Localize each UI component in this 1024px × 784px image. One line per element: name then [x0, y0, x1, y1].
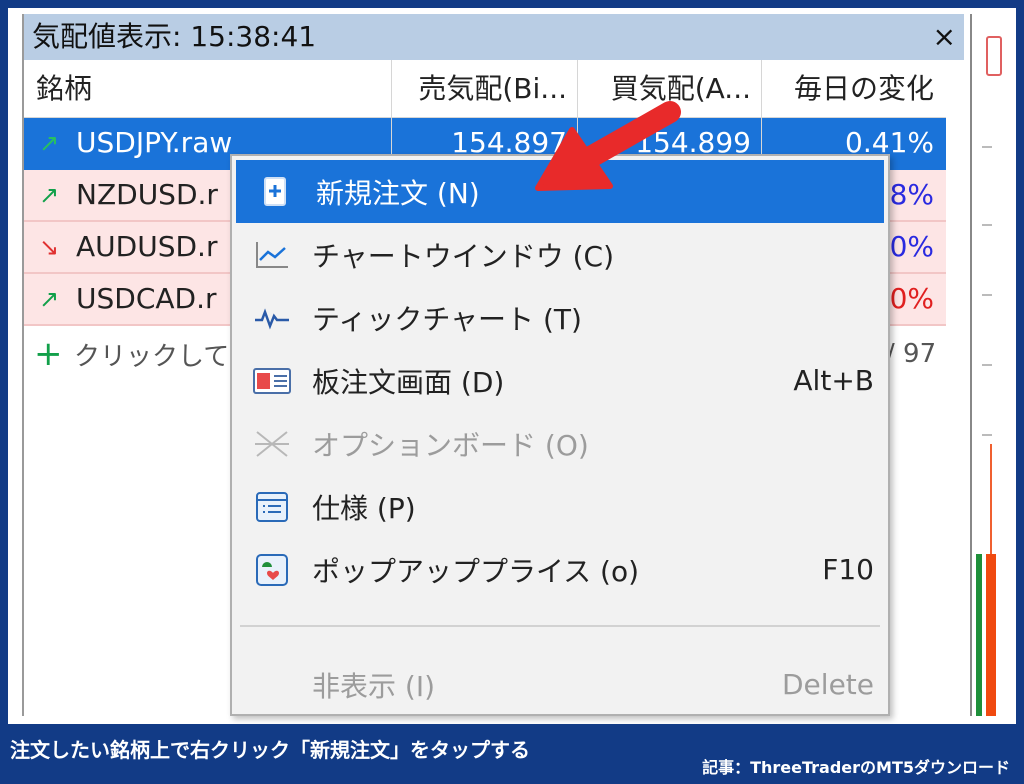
market-watch-title: 気配値表示: 15:38:41: [32, 20, 317, 53]
axis-tick: [982, 224, 992, 226]
menu-item-popup-prices[interactable]: ポップアッププライス (o) F10: [232, 538, 888, 601]
menu-item-label: ティックチャート (T): [312, 302, 582, 336]
option-board-icon: [232, 428, 312, 460]
menu-item-tick-chart[interactable]: ティックチャート (T): [232, 286, 888, 349]
trend-up-icon: ↗: [38, 285, 60, 313]
market-watch-title-bar: 気配値表示: 15:38:41 ×: [24, 14, 964, 60]
close-icon[interactable]: ×: [933, 14, 956, 60]
context-menu: 新規注文 (N) チャートウインドウ (C) ティックチャート (T) 板注文画…: [230, 154, 890, 716]
chart-window-icon: [232, 240, 312, 270]
depth-of-market-icon: [232, 366, 312, 396]
symbol-name: NZDUSD.r: [76, 178, 218, 211]
menu-item-label: 仕様 (P): [312, 491, 416, 525]
menu-item-label: チャートウインドウ (C): [312, 239, 615, 273]
menu-separator: [240, 625, 880, 627]
axis-tick: [982, 146, 992, 148]
candle-wick: [990, 444, 992, 554]
column-header-daily-change[interactable]: 毎日の変化: [762, 60, 946, 117]
menu-item-label: ポップアッププライス (o): [312, 554, 640, 588]
menu-item-chart-window[interactable]: チャートウインドウ (C): [232, 223, 888, 286]
new-order-icon: [236, 176, 316, 207]
trend-up-icon: ↗: [38, 181, 60, 209]
trend-up-icon: ↗: [38, 129, 60, 157]
tick-chart-icon: [232, 306, 312, 330]
menu-item-specification[interactable]: 仕様 (P): [232, 475, 888, 538]
table-header: 銘柄 売気配(Bi... 買気配(A... 毎日の変化: [24, 60, 946, 118]
specification-icon: [232, 491, 312, 523]
caption-bar: 注文したい銘柄上で右クリック「新規注文」をタップする 記事：ThreeTrade…: [0, 724, 1024, 784]
menu-item-depth-of-market[interactable]: 板注文画面 (D) Alt+B: [232, 349, 888, 412]
caption-text: 注文したい銘柄上で右クリック「新規注文」をタップする: [10, 738, 530, 762]
add-symbol-label: クリックして: [74, 341, 230, 372]
axis-tick: [982, 434, 992, 436]
menu-item-hide[interactable]: 非表示 (I) Delete: [232, 653, 888, 716]
menu-item-shortcut: F10: [822, 553, 874, 586]
menu-item-shortcut: Delete: [782, 668, 874, 701]
menu-item-label: オプションボード (O): [312, 428, 589, 462]
popup-prices-icon: [232, 553, 312, 587]
menu-item-shortcut: Alt+B: [793, 364, 874, 397]
symbol-name: AUDUSD.r: [76, 230, 218, 263]
trend-down-icon: ↘: [38, 233, 60, 261]
column-header-symbol[interactable]: 銘柄: [24, 60, 392, 117]
credit-text: 記事：ThreeTraderのMT5ダウンロード: [702, 758, 1010, 777]
candle-bar-green: [976, 554, 982, 716]
axis-tick: [982, 294, 992, 296]
menu-item-option-board[interactable]: オプションボード (O): [232, 412, 888, 475]
symbol-count: / 97: [886, 339, 937, 369]
plus-icon: +: [34, 334, 63, 374]
axis-tick: [982, 364, 992, 366]
annotation-arrow-icon: [535, 101, 681, 191]
chart-tab-marker: [986, 36, 1002, 76]
candle-bar-orange: [986, 554, 996, 716]
chart-edge-strip: [970, 14, 1008, 716]
symbol-name: USDCAD.r: [76, 282, 217, 315]
symbol-name: USDJPY.raw: [76, 126, 233, 159]
